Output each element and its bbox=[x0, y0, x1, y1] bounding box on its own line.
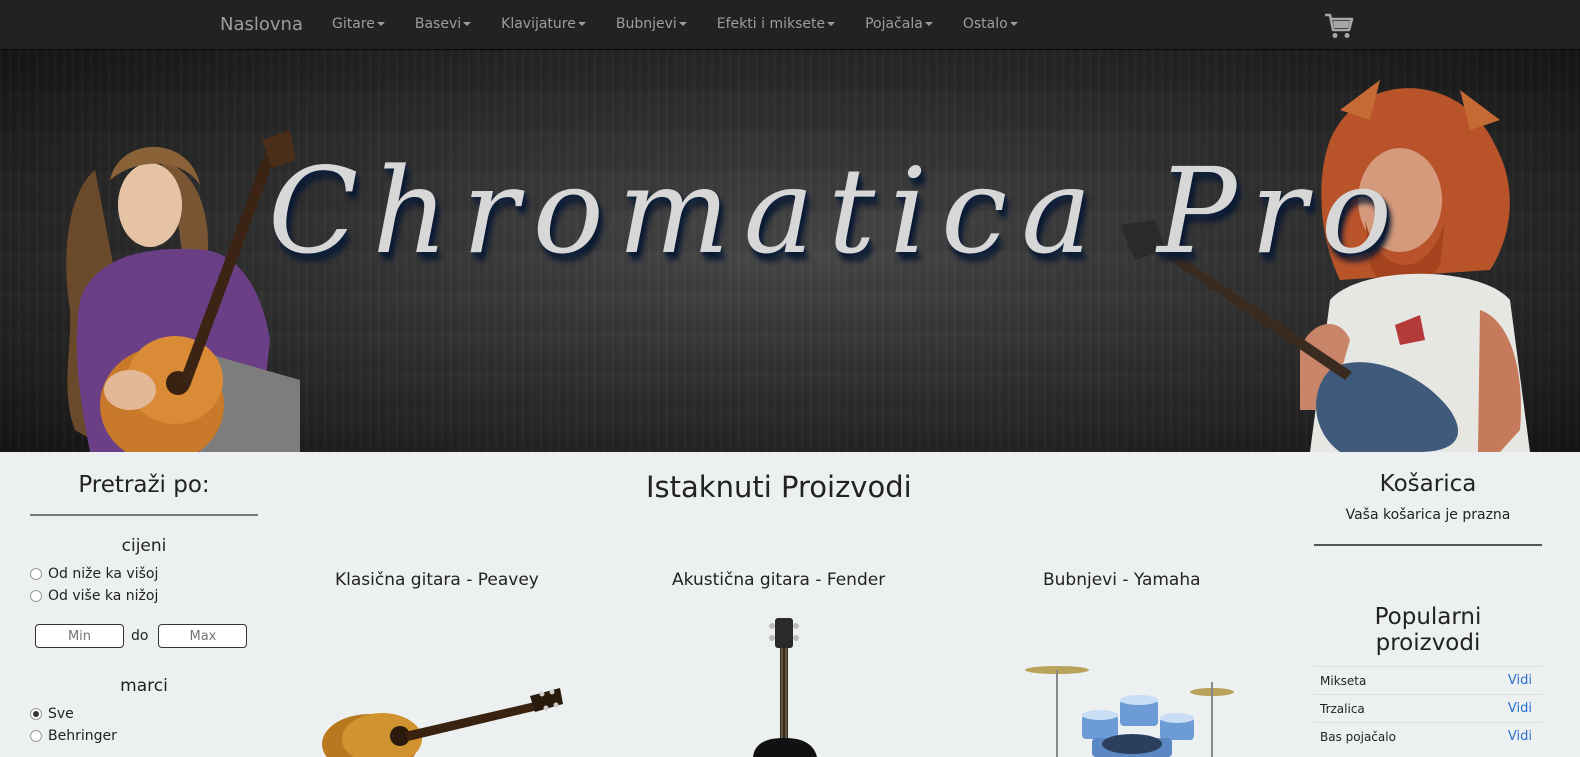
popular-item-name: Trzalica bbox=[1320, 701, 1365, 716]
woman-guitarist-image bbox=[66, 130, 300, 452]
nav-label: Basevi bbox=[414, 16, 462, 32]
caret-down-icon bbox=[463, 22, 472, 26]
top-navbar: Naslovna Gitare Basevi Klavijature Bubnj… bbox=[0, 0, 1580, 50]
nav-item-bubnjevi[interactable]: Bubnjevi bbox=[616, 16, 687, 32]
divider bbox=[30, 514, 258, 516]
classical-guitar-image[interactable] bbox=[320, 684, 565, 757]
product-card[interactable]: Akustična gitara - Fender bbox=[672, 570, 885, 590]
list-item: Mikseta Vidi bbox=[1314, 666, 1542, 694]
featured-products-title: Istaknuti Proizvodi bbox=[646, 470, 912, 504]
view-link[interactable]: Vidi bbox=[1508, 729, 1532, 744]
filter-title: Pretraži po: bbox=[78, 472, 210, 498]
nav-label: Efekti i miksete bbox=[716, 16, 826, 32]
popular-products-list: Mikseta Vidi Trzalica Vidi Bas pojačalo … bbox=[1314, 666, 1542, 750]
popular-item-name: Mikseta bbox=[1320, 673, 1367, 688]
nav-item-klavijature[interactable]: Klavijature bbox=[501, 16, 586, 32]
radio-label: Od više ka nižoj bbox=[48, 588, 159, 604]
popular-item-name: Bas pojačalo bbox=[1320, 729, 1396, 744]
product-name[interactable]: Akustična gitara - Fender bbox=[672, 570, 885, 590]
price-heading: cijeni bbox=[121, 536, 167, 556]
list-item: Bas pojačalo Vidi bbox=[1314, 722, 1542, 750]
sort-asc-option[interactable]: Od niže ka višoj bbox=[30, 566, 258, 582]
product-name[interactable]: Klasična gitara - Peavey bbox=[335, 570, 539, 590]
product-card[interactable]: Bubnjevi - Yamaha bbox=[1043, 570, 1201, 590]
radio-button[interactable] bbox=[30, 730, 42, 742]
radio-button[interactable] bbox=[30, 590, 42, 602]
view-link[interactable]: Vidi bbox=[1508, 701, 1532, 716]
radio-label: Behringer bbox=[48, 728, 117, 744]
acoustic-guitar-image[interactable] bbox=[745, 616, 825, 757]
list-item: Trzalica Vidi bbox=[1314, 694, 1542, 722]
view-link[interactable]: Vidi bbox=[1508, 673, 1532, 688]
nav-label: Pojačala bbox=[865, 16, 923, 32]
caret-down-icon bbox=[678, 22, 687, 26]
nav-label: Klavijature bbox=[501, 16, 576, 32]
brand-option-sve[interactable]: Sve bbox=[30, 706, 258, 722]
cart-sidebar: Košarica Vaša košarica je prazna Popular… bbox=[1314, 452, 1542, 750]
hero-banner: Chromatica Pro bbox=[0, 50, 1580, 452]
nav-item-ostalo[interactable]: Ostalo bbox=[963, 16, 1018, 32]
cart-empty-message: Vaša košarica je prazna bbox=[1345, 507, 1511, 523]
brand-heading: marci bbox=[120, 676, 168, 696]
nav-item-gitare[interactable]: Gitare bbox=[332, 16, 385, 32]
caret-down-icon bbox=[924, 22, 933, 26]
product-card[interactable]: Klasična gitara - Peavey bbox=[335, 570, 539, 590]
radio-label: Od niže ka višoj bbox=[48, 566, 159, 582]
nav-brand-home[interactable]: Naslovna bbox=[220, 14, 303, 35]
price-range-separator: do bbox=[131, 628, 149, 644]
drum-kit-image[interactable] bbox=[1022, 660, 1242, 757]
nav-label: Gitare bbox=[332, 16, 375, 32]
cart-title: Košarica bbox=[1379, 471, 1477, 497]
nav-item-pojacala[interactable]: Pojačala bbox=[865, 16, 933, 32]
max-price-input[interactable] bbox=[158, 624, 248, 648]
nav-item-basevi[interactable]: Basevi bbox=[414, 16, 472, 32]
product-name[interactable]: Bubnjevi - Yamaha bbox=[1043, 570, 1201, 590]
shopping-cart-icon[interactable] bbox=[1324, 12, 1354, 40]
caret-down-icon bbox=[827, 22, 836, 26]
popular-title-line: Popularni bbox=[1374, 604, 1482, 630]
caret-down-icon bbox=[376, 22, 385, 26]
radio-label: Sve bbox=[48, 706, 74, 722]
popular-title-line: proizvodi bbox=[1375, 630, 1481, 656]
price-range: do bbox=[35, 624, 258, 648]
caret-down-icon bbox=[1009, 22, 1018, 26]
min-price-input[interactable] bbox=[35, 624, 124, 648]
popular-products-title: Popularni proizvodi bbox=[1314, 604, 1542, 656]
banner-title: Chromatica Pro bbox=[268, 142, 1406, 280]
nav-menu: Gitare Basevi Klavijature Bubnjevi Efekt… bbox=[332, 16, 1048, 32]
nav-item-efekti[interactable]: Efekti i miksete bbox=[716, 16, 836, 32]
brand-option-behringer[interactable]: Behringer bbox=[30, 728, 258, 744]
nav-label: Ostalo bbox=[962, 16, 1008, 32]
caret-down-icon bbox=[577, 22, 586, 26]
radio-button-checked[interactable] bbox=[30, 708, 42, 720]
radio-button[interactable] bbox=[30, 568, 42, 580]
nav-label: Bubnjevi bbox=[615, 16, 677, 32]
divider bbox=[1314, 544, 1542, 546]
filter-sidebar: Pretraži po: cijeni Od niže ka višoj Od … bbox=[30, 452, 258, 744]
sort-desc-option[interactable]: Od više ka nižoj bbox=[30, 588, 258, 604]
